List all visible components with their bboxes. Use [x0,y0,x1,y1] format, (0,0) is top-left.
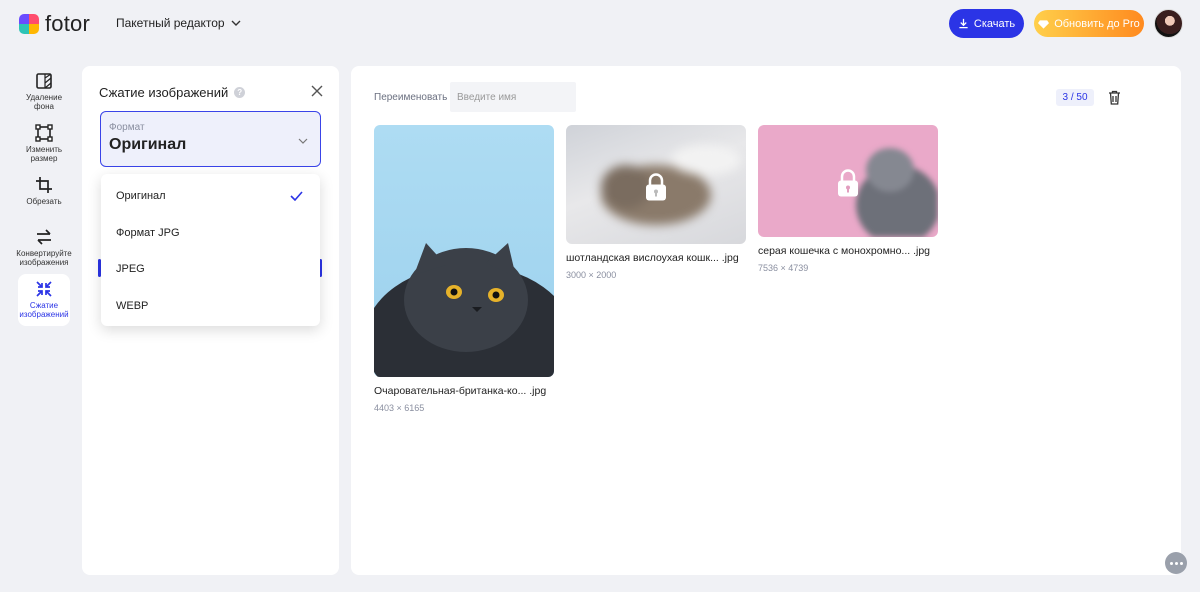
dot [1169,561,1173,565]
format-dropdown: Оригинал Формат JPG JPEG WEBP [101,174,320,326]
batch-editor-menu[interactable]: Пакетный редактор [116,16,241,30]
fotor-logo[interactable]: fotor [19,13,90,35]
upgrade-pro-button[interactable]: Обновить до Pro [1034,10,1144,37]
format-option-jpeg[interactable]: JPEG [101,251,320,288]
image-name: серая кошечка с монохромно... .jpg [758,245,931,257]
image-thumbnail[interactable] [566,125,746,244]
image-thumbnail[interactable] [374,125,554,377]
upgrade-pro-label: Обновить до Pro [1054,17,1140,30]
image-dimensions: 7536 × 4739 [758,263,809,273]
header: fotor Пакетный редактор Скачать Обновить… [0,0,1200,48]
fotor-logo-icon [19,14,39,34]
tool-label: Сжатие изображений [19,301,69,319]
image-name: Очаровательная-британка-ко... .jpg [374,385,547,397]
more-options-button[interactable] [1165,552,1187,574]
cat-photo [374,243,554,377]
lock-icon [838,169,858,197]
format-option-original[interactable]: Оригинал [101,178,320,215]
image-card[interactable]: шотландская вислоухая кошк... .jpg 3000 … [566,125,746,280]
image-thumbnail[interactable] [758,125,938,237]
panel-title-text: Сжатие изображений [99,85,229,100]
format-select[interactable]: Формат Оригинал [100,111,321,167]
tool-compress[interactable]: Сжатие изображений [18,274,70,326]
image-card[interactable]: серая кошечка с монохромно... .jpg 7536 … [758,125,938,273]
lock-icon [646,172,666,200]
download-icon [959,18,968,29]
tool-label: Конвертируйте изображения [16,249,72,267]
image-grid-area: Переименовать 3 / 50 Очаровательная-брит… [351,66,1181,575]
crop-icon [36,177,52,193]
convert-icon [37,229,51,245]
image-card[interactable]: Очаровательная-британка-ко... .jpg 4403 … [374,125,554,413]
chevron-down-icon [231,20,241,26]
resize-icon [35,124,53,142]
avatar[interactable] [1154,9,1183,38]
tool-label: Обрезать [26,197,62,206]
background-remove-icon [36,73,52,89]
option-label: JPEG [116,263,145,276]
logo-text: fotor [45,11,91,36]
tool-resize[interactable]: Изменить размер [18,118,70,170]
format-option-jpg[interactable]: Формат JPG [101,215,320,252]
dot [1174,561,1178,565]
format-label: Формат [109,122,145,133]
option-label: WEBP [116,299,149,312]
tool-convert[interactable]: Конвертируйте изображения [16,222,72,274]
image-counter: 3 / 50 [1056,89,1094,106]
download-label: Скачать [973,17,1016,30]
download-button[interactable]: Скачать [949,9,1024,38]
rename-label: Переименовать [374,92,448,103]
checkmark-icon [290,191,303,201]
image-name: шотландская вислоухая кошк... .jpg [566,252,739,264]
tool-rail: Удаление фона Изменить размер Обрезать К… [14,66,74,326]
option-label: Оригинал [116,190,166,203]
close-icon[interactable] [310,84,324,98]
dot [1179,561,1183,565]
format-option-webp[interactable]: WEBP [101,288,320,325]
compress-icon [36,281,52,297]
panel-title: Сжатие изображений ? [99,85,246,100]
tool-background-remove[interactable]: Удаление фона [18,66,70,118]
tool-crop[interactable]: Обрезать [18,170,70,222]
option-label: Формат JPG [116,226,180,239]
rename-input[interactable] [450,82,576,112]
diamond-icon [1038,19,1050,29]
tool-label: Изменить размер [25,145,63,163]
batch-editor-label: Пакетный редактор [116,16,225,30]
help-icon[interactable]: ? [234,87,246,98]
chevron-down-icon [298,138,308,144]
tool-label: Удаление фона [25,93,63,111]
trash-icon[interactable] [1108,90,1121,105]
format-value: Оригинал [109,136,187,153]
image-dimensions: 4403 × 6165 [374,403,425,413]
image-dimensions: 3000 × 2000 [566,270,617,280]
